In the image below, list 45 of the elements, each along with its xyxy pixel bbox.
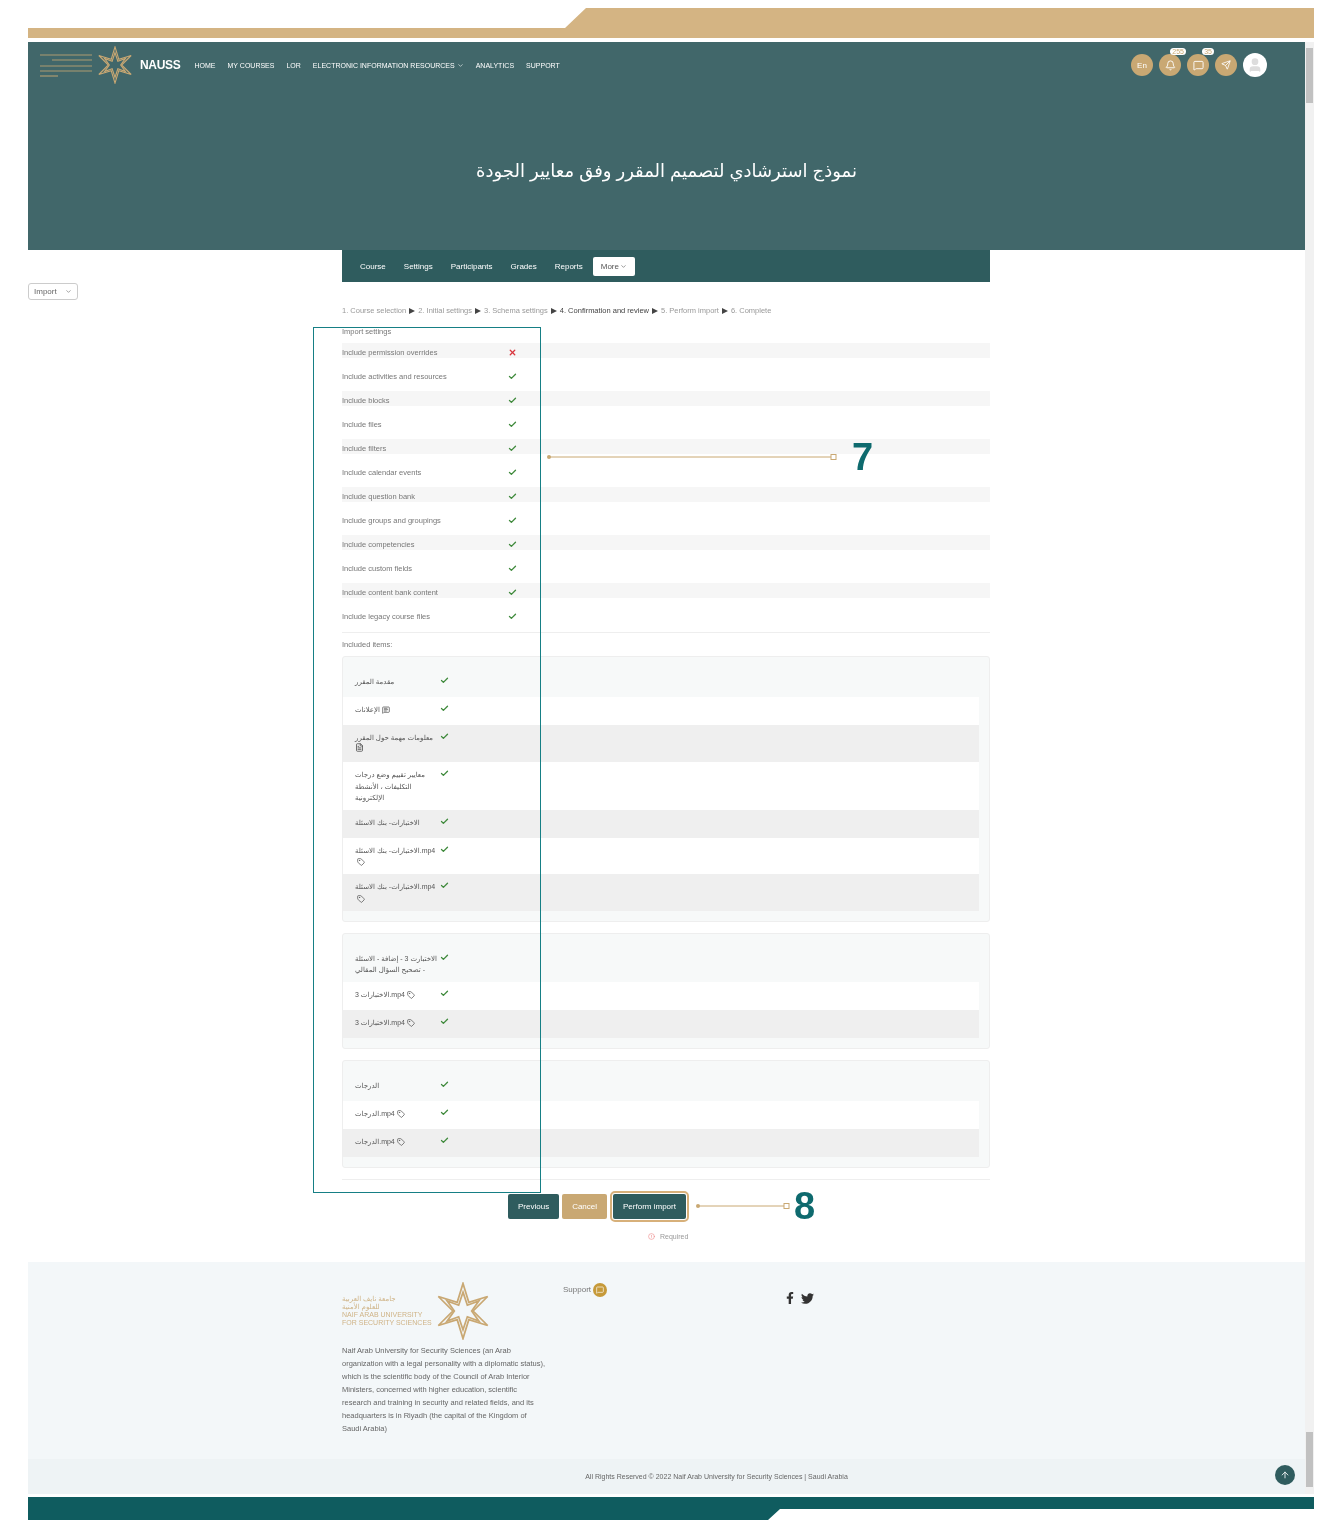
course-tab[interactable]: Grades <box>502 256 545 276</box>
course-tab[interactable]: Settings <box>395 256 441 276</box>
course-tab[interactable]: Reports <box>546 256 591 276</box>
university-logo-drawing <box>38 52 94 78</box>
facebook-icon[interactable] <box>784 1292 796 1305</box>
triangle-arrow-icon <box>721 307 728 314</box>
tag-icon <box>406 1019 415 1028</box>
triangle-arrow-icon <box>409 307 416 314</box>
chat-icon <box>596 1285 605 1294</box>
site-name: NAUSS <box>140 58 181 72</box>
form-button[interactable]: Perform import <box>613 1193 686 1219</box>
course-tab[interactable]: Course <box>352 256 394 276</box>
back-to-top-button[interactable] <box>1275 1465 1295 1486</box>
tag-icon <box>357 894 365 903</box>
callout-number: 8 <box>793 1187 816 1226</box>
paper-plane-icon <box>1221 60 1231 70</box>
form-button[interactable]: Previous <box>508 1193 560 1219</box>
scrollbar[interactable] <box>1305 42 1314 1495</box>
star-emblem-icon <box>96 46 134 84</box>
bell-icon <box>1164 59 1176 71</box>
person-silhouette-icon <box>1247 57 1263 73</box>
required-icon <box>648 1233 655 1241</box>
import-select[interactable]: Import <box>28 283 78 300</box>
tag-icon <box>406 991 415 1000</box>
triangle-arrow-icon <box>652 307 658 314</box>
tag-icon <box>396 1110 405 1119</box>
triangle-arrow-icon <box>475 307 481 314</box>
chat-bubble-icon <box>381 706 390 715</box>
chevron-down-icon <box>64 288 72 295</box>
tag-icon <box>357 858 365 867</box>
arrow-up-icon <box>1280 1470 1290 1481</box>
messages-button[interactable] <box>1187 54 1209 76</box>
avatar[interactable] <box>1243 53 1267 77</box>
twitter-icon[interactable] <box>801 1292 814 1306</box>
tag-icon <box>396 1138 405 1147</box>
send-button[interactable] <box>1215 54 1237 76</box>
callout-number: 7 <box>852 438 874 476</box>
chat-icon <box>1192 59 1204 71</box>
course-tab[interactable]: Participants <box>442 256 501 276</box>
support-link[interactable]: Support <box>563 1282 784 1298</box>
document-icon <box>355 743 364 753</box>
page-title: نموذج استرشادي لتصميم المقرر وفق معايير الجودة <box>475 160 858 182</box>
notifications-button[interactable] <box>1159 54 1181 76</box>
triangle-arrow-icon <box>550 307 557 314</box>
course-tab[interactable]: More <box>592 256 635 276</box>
